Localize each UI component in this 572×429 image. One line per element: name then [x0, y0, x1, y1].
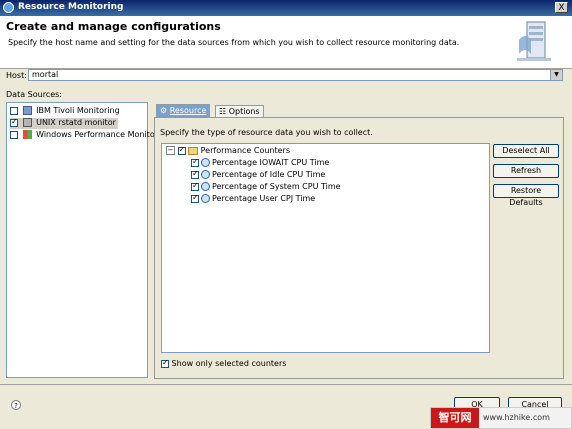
close-button[interactable]: X: [555, 2, 568, 13]
checkbox[interactable]: [191, 181, 199, 191]
tree-item-label: Percentage of Idle CPU Time: [212, 170, 326, 179]
checkbox[interactable]: [10, 106, 18, 115]
tree-item[interactable]: Percentage IOWAIT CPU Time: [191, 157, 330, 169]
list-item-label: IBM Tivoli Monitoring: [36, 106, 120, 115]
counter-icon: [201, 158, 210, 167]
tree-item[interactable]: Percentage User CPJ Time: [191, 193, 316, 205]
checkbox[interactable]: [10, 117, 18, 127]
page-title: Create and manage configurations: [6, 20, 221, 33]
checkbox[interactable]: [191, 157, 199, 167]
checkbox[interactable]: [177, 145, 186, 155]
watermark: 智可网 www.hzhike.com: [430, 407, 572, 429]
tree-root[interactable]: − Performance Counters: [166, 145, 291, 157]
tab-resource[interactable]: ⚙ Resource: [156, 104, 211, 118]
tab-label: Resource: [169, 106, 207, 115]
server-icon: [517, 21, 551, 61]
monitor-icon: [22, 106, 32, 115]
host-combo[interactable]: mortal ▼: [28, 69, 563, 81]
list-item[interactable]: IBM Tivoli Monitoring: [10, 106, 120, 117]
window-title: Resource Monitoring: [18, 2, 124, 12]
data-sources-list[interactable]: IBM Tivoli Monitoring UNIX rstatd monito…: [6, 102, 158, 378]
checkbox[interactable]: [161, 358, 169, 368]
unix-icon: [22, 118, 32, 127]
chevron-down-icon[interactable]: ▼: [550, 70, 562, 80]
counter-icon: [201, 194, 210, 203]
host-value: mortal: [32, 70, 59, 79]
tree-root-label: Performance Counters: [200, 146, 291, 155]
show-selected-option[interactable]: Show only selected counters: [161, 358, 287, 368]
folder-icon: [188, 146, 199, 155]
restore-defaults-button[interactable]: Restore Defaults: [493, 184, 559, 207]
tree-item[interactable]: Percentage of System CPU Time: [191, 181, 341, 193]
tree-item-label: Percentage IOWAIT CPU Time: [212, 158, 330, 167]
windows-icon: [22, 130, 32, 139]
list-item-label: UNIX rstatd monitor: [36, 118, 116, 127]
watermark-url: www.hzhike.com: [483, 413, 550, 422]
collapse-icon[interactable]: −: [166, 146, 175, 155]
resource-instructions: Specify the type of resource data you wi…: [160, 128, 373, 137]
header-banner: Create and manage configurations Specify…: [0, 16, 572, 69]
list-item[interactable]: Windows Performance Monitor: [10, 130, 158, 141]
counter-icon: [201, 170, 210, 179]
checkbox[interactable]: [10, 130, 18, 139]
resource-tab-icon: ⚙: [160, 106, 168, 115]
refresh-button[interactable]: Refresh: [493, 164, 559, 178]
show-selected-label: Show only selected counters: [171, 359, 287, 368]
tree-item[interactable]: Percentage of Idle CPU Time: [191, 169, 326, 181]
list-item[interactable]: UNIX rstatd monitor: [10, 117, 118, 129]
host-label: Host:: [6, 71, 27, 80]
options-tab-icon: ☷: [219, 107, 227, 116]
tab-label: Options: [228, 107, 260, 116]
watermark-brand: 智可网: [431, 408, 479, 428]
app-icon: [3, 2, 14, 13]
tree-item-label: Percentage of System CPU Time: [212, 182, 341, 191]
checkbox[interactable]: [191, 193, 199, 203]
separator: [0, 384, 572, 385]
checkbox[interactable]: [191, 169, 199, 179]
counter-tree[interactable]: − Performance Counters Percentage IOWAIT…: [161, 143, 490, 353]
deselect-all-button[interactable]: Deselect All: [493, 144, 559, 158]
data-sources-label: Data Sources:: [6, 90, 62, 99]
title-bar: Resource Monitoring X: [0, 0, 572, 16]
list-item-label: Windows Performance Monitor: [36, 130, 158, 139]
counter-icon: [201, 182, 210, 191]
help-icon[interactable]: ?: [11, 400, 21, 410]
tree-item-label: Percentage User CPJ Time: [212, 194, 316, 203]
page-subtitle: Specify the host name and setting for th…: [8, 38, 460, 47]
